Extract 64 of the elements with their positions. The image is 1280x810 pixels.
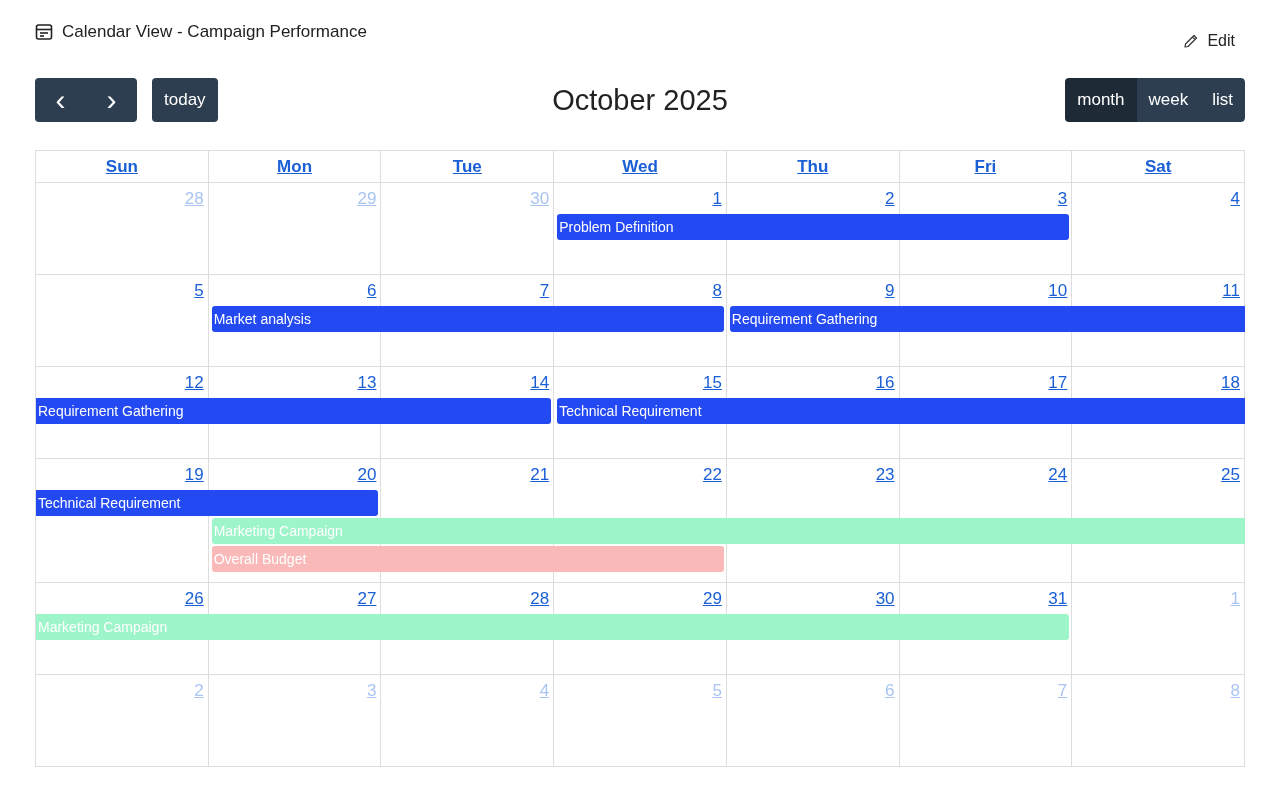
event-bar[interactable]: Requirement Gathering — [36, 398, 209, 424]
day-number[interactable]: 25 — [1221, 465, 1240, 484]
event-bar-segment[interactable] — [1072, 398, 1245, 424]
calendar-card-icon — [35, 23, 53, 41]
event-bar[interactable]: Market analysis — [211, 306, 382, 332]
event-bar-segment[interactable] — [208, 490, 379, 516]
day-number[interactable]: 30 — [875, 589, 895, 608]
day-number[interactable]: 19 — [184, 465, 204, 484]
day-number[interactable]: 16 — [875, 373, 895, 392]
day-number[interactable]: 2 — [885, 189, 895, 208]
day-number[interactable]: 9 — [885, 281, 895, 300]
day-number[interactable]: 17 — [1048, 373, 1068, 392]
day-number[interactable]: 11 — [1222, 281, 1240, 300]
view-tab[interactable]: list — [1200, 78, 1245, 122]
day-number[interactable]: 7 — [539, 281, 550, 300]
day-number[interactable]: 20 — [357, 465, 377, 484]
event-bar-segment[interactable] — [554, 546, 724, 572]
day-number[interactable]: 18 — [1221, 373, 1240, 392]
event-bar[interactable]: Requirement Gathering — [729, 306, 900, 332]
day-number[interactable]: 1 — [712, 189, 722, 208]
day-number[interactable]: 26 — [184, 589, 204, 608]
weekday-header[interactable]: Wed — [622, 157, 658, 176]
day-number[interactable]: 8 — [712, 281, 722, 300]
next-button[interactable]: › — [86, 78, 137, 122]
today-button[interactable]: today — [152, 78, 218, 122]
event-bar-segment[interactable] — [554, 306, 724, 332]
day-number[interactable]: 6 — [366, 281, 377, 300]
day-number[interactable]: 14 — [530, 373, 550, 392]
event-bar[interactable]: Technical Requirement — [557, 398, 727, 424]
day-number[interactable]: 4 — [1230, 189, 1240, 208]
event-bar-segment[interactable] — [381, 398, 552, 424]
event-bar[interactable]: Technical Requirement — [36, 490, 209, 516]
day-number[interactable]: 24 — [1048, 465, 1068, 484]
day-number[interactable]: 22 — [702, 465, 722, 484]
event-bar-segment[interactable] — [899, 614, 1070, 640]
day-number[interactable]: 10 — [1048, 281, 1068, 300]
day-number[interactable]: 12 — [184, 373, 204, 392]
event-bar-segment[interactable] — [899, 214, 1070, 240]
month-title: October 2025 — [552, 83, 728, 117]
day-number[interactable]: 28 — [530, 589, 550, 608]
weekday-header[interactable]: Fri — [974, 157, 997, 176]
day-number[interactable]: 27 — [357, 589, 377, 608]
weekday-header[interactable]: Sat — [1144, 157, 1172, 176]
weekday-header[interactable]: Thu — [797, 157, 829, 176]
event-bar[interactable]: Problem Definition — [557, 214, 727, 240]
view-tab[interactable]: week — [1136, 78, 1201, 122]
day-number[interactable]: 3 — [1057, 189, 1068, 208]
view-tab[interactable]: month — [1065, 78, 1137, 122]
day-number[interactable]: 21 — [530, 465, 550, 484]
pencil-icon — [1183, 33, 1200, 49]
weekday-header[interactable]: Tue — [452, 157, 482, 176]
previous-button[interactable]: ‹ — [35, 78, 86, 122]
day-number[interactable]: 29 — [702, 589, 722, 608]
edit-button[interactable]: Edit — [1173, 30, 1245, 52]
day-number[interactable]: 13 — [357, 373, 377, 392]
page-title: Calendar View - Campaign Performance — [62, 22, 367, 42]
event-bar-segment[interactable] — [1072, 306, 1245, 332]
event-bar-segment[interactable] — [1072, 518, 1245, 544]
day-number[interactable]: 23 — [875, 465, 895, 484]
day-number[interactable]: 15 — [702, 373, 722, 392]
weekday-header[interactable]: Sun — [105, 157, 138, 176]
day-number[interactable]: 5 — [194, 281, 204, 300]
day-number[interactable]: 31 — [1048, 589, 1068, 608]
weekday-header[interactable]: Mon — [277, 157, 313, 176]
